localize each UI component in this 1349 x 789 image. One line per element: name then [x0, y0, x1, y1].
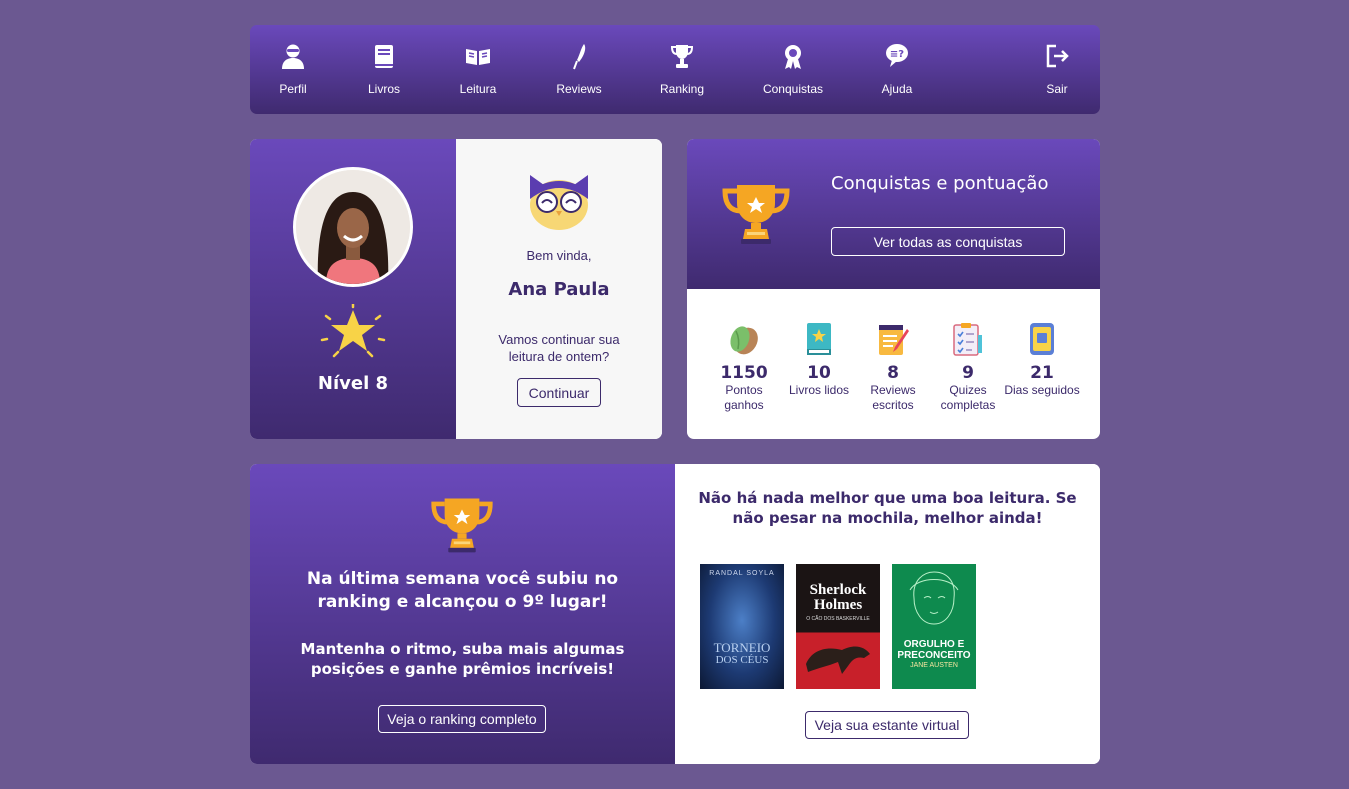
- view-ranking-button[interactable]: Veja o ranking completo: [378, 705, 546, 733]
- nav-item-ajuda[interactable]: ≡? Ajuda: [852, 42, 942, 96]
- greeting-text: Bem vinda,: [526, 248, 592, 263]
- book-subtitle: O CÃO DOS BASKERVILLE: [806, 616, 870, 622]
- calendar-phone-icon: [1030, 323, 1054, 355]
- book-icon: [375, 45, 393, 68]
- avatar[interactable]: [293, 167, 413, 287]
- profile-card: Nível 8 Bem vinda, Ana Paula Vamos conti…: [250, 139, 662, 439]
- help-chat-icon: ≡?: [886, 44, 908, 67]
- stat-value: 10: [807, 363, 831, 383]
- trophy-icon: [431, 498, 493, 553]
- portrait-illustration: [909, 571, 959, 625]
- book-cover-sherlock[interactable]: Sherlock Holmes O CÃO DOS BASKERVILLE: [796, 564, 880, 689]
- book-cover-torneio[interactable]: RANDAL SOYLA TORNEIO DOS CÉUS: [700, 564, 784, 689]
- stat-value: 9: [962, 363, 974, 383]
- star-icon: [320, 304, 386, 358]
- shelf-quote: Não há nada melhor que uma boa leitura. …: [698, 489, 1077, 527]
- stat-label: Livros lidos: [788, 383, 850, 397]
- ranking-encouragement: Mantenha o ritmo, suba mais algumas posi…: [300, 640, 625, 678]
- achievements-header: Conquistas e pontuação Ver todas as conq…: [687, 139, 1100, 289]
- book-title-line2: Holmes: [813, 597, 863, 613]
- achievements-card: Conquistas e pontuação Ver todas as conq…: [687, 139, 1100, 439]
- medal-icon: [785, 45, 801, 69]
- nav-label: Ajuda: [881, 82, 913, 96]
- continue-button[interactable]: Continuar: [517, 378, 601, 407]
- stat-quizzes: 9 Quizes completas: [930, 321, 1006, 413]
- stat-label: Quizes completas: [940, 383, 996, 412]
- owl-mascot-icon: [530, 175, 588, 230]
- book-cover-orgulho[interactable]: ORGULHO E PRECONCEITO JANE AUSTEN: [892, 564, 976, 689]
- top-navbar: Perfil Livros Leitura Reviews Ranking Co…: [250, 25, 1100, 114]
- nav-label: Leitura: [459, 82, 497, 96]
- nav-item-ranking[interactable]: Ranking: [637, 42, 727, 96]
- nav-item-sair[interactable]: Sair: [1012, 42, 1102, 96]
- welcome-panel: Bem vinda, Ana Paula Vamos continuar sua…: [456, 139, 662, 439]
- open-book-icon: [466, 49, 490, 65]
- avatar-photo: [296, 170, 410, 284]
- book-star-icon: [807, 323, 831, 355]
- svg-text:≡?: ≡?: [890, 49, 904, 60]
- nav-label: Reviews: [556, 82, 602, 96]
- nav-label: Perfil: [279, 82, 307, 96]
- book-author: JANE AUSTEN: [910, 662, 958, 669]
- view-bookshelf-button[interactable]: Veja sua estante virtual: [805, 711, 969, 739]
- stat-reviews: 8 Reviews escritos: [855, 321, 931, 413]
- nav-item-conquistas[interactable]: Conquistas: [748, 42, 838, 96]
- nav-label: Ranking: [659, 82, 705, 96]
- achievements-title: Conquistas e pontuação: [831, 173, 1049, 194]
- logout-icon: [1046, 44, 1069, 68]
- nav-item-livros[interactable]: Livros: [339, 42, 429, 96]
- nav-label: Sair: [1046, 82, 1068, 96]
- book-author: RANDAL SOYLA: [709, 570, 775, 577]
- ranking-shelf-card: Na última semana você subiu no ranking e…: [250, 464, 1100, 764]
- stat-value: 1150: [720, 363, 768, 383]
- nav-item-perfil[interactable]: Perfil: [248, 42, 338, 96]
- checklist-icon: [953, 323, 982, 356]
- stat-points: 1150 Pontos ganhos: [706, 321, 782, 413]
- book-title-line2: PRECONCEITO: [897, 650, 971, 661]
- nav-label: Conquistas: [762, 82, 824, 96]
- view-all-achievements-button[interactable]: Ver todas as conquistas: [831, 227, 1065, 256]
- user-icon: [282, 44, 304, 69]
- stat-label: Dias seguidos: [1004, 383, 1080, 397]
- continue-prompt: Vamos continuar sua leitura de ontem?: [498, 332, 620, 364]
- quill-icon: [573, 44, 586, 70]
- stat-streak-days: 21 Dias seguidos: [1004, 321, 1080, 398]
- stat-label: Pontos ganhos: [724, 383, 764, 412]
- ranking-panel: Na última semana você subiu no ranking e…: [250, 464, 675, 764]
- stat-value: 8: [887, 363, 899, 383]
- trophy-icon: [670, 45, 694, 68]
- nav-item-reviews[interactable]: Reviews: [534, 42, 624, 96]
- level-label: Nível 8: [317, 373, 389, 394]
- nav-label: Livros: [367, 82, 400, 96]
- nav-item-leitura[interactable]: Leitura: [433, 42, 523, 96]
- notepad-pen-icon: [879, 325, 909, 355]
- book-title-line2: DOS CÉUS: [715, 654, 769, 666]
- trophy-icon: [722, 185, 790, 244]
- stat-books-read: 10 Livros lidos: [781, 321, 857, 398]
- stat-value: 21: [1030, 363, 1054, 383]
- shelf-panel: Não há nada melhor que uma boa leitura. …: [675, 464, 1100, 764]
- dog-illustration: [806, 646, 870, 674]
- stat-label: Reviews escritos: [870, 383, 916, 412]
- almond-icon: [730, 326, 758, 355]
- user-name: Ana Paula: [508, 279, 610, 300]
- ranking-message: Na última semana você subiu no ranking e…: [306, 569, 619, 612]
- profile-level-panel: Nível 8: [250, 139, 456, 439]
- book-title-line1: ORGULHO E: [903, 639, 965, 650]
